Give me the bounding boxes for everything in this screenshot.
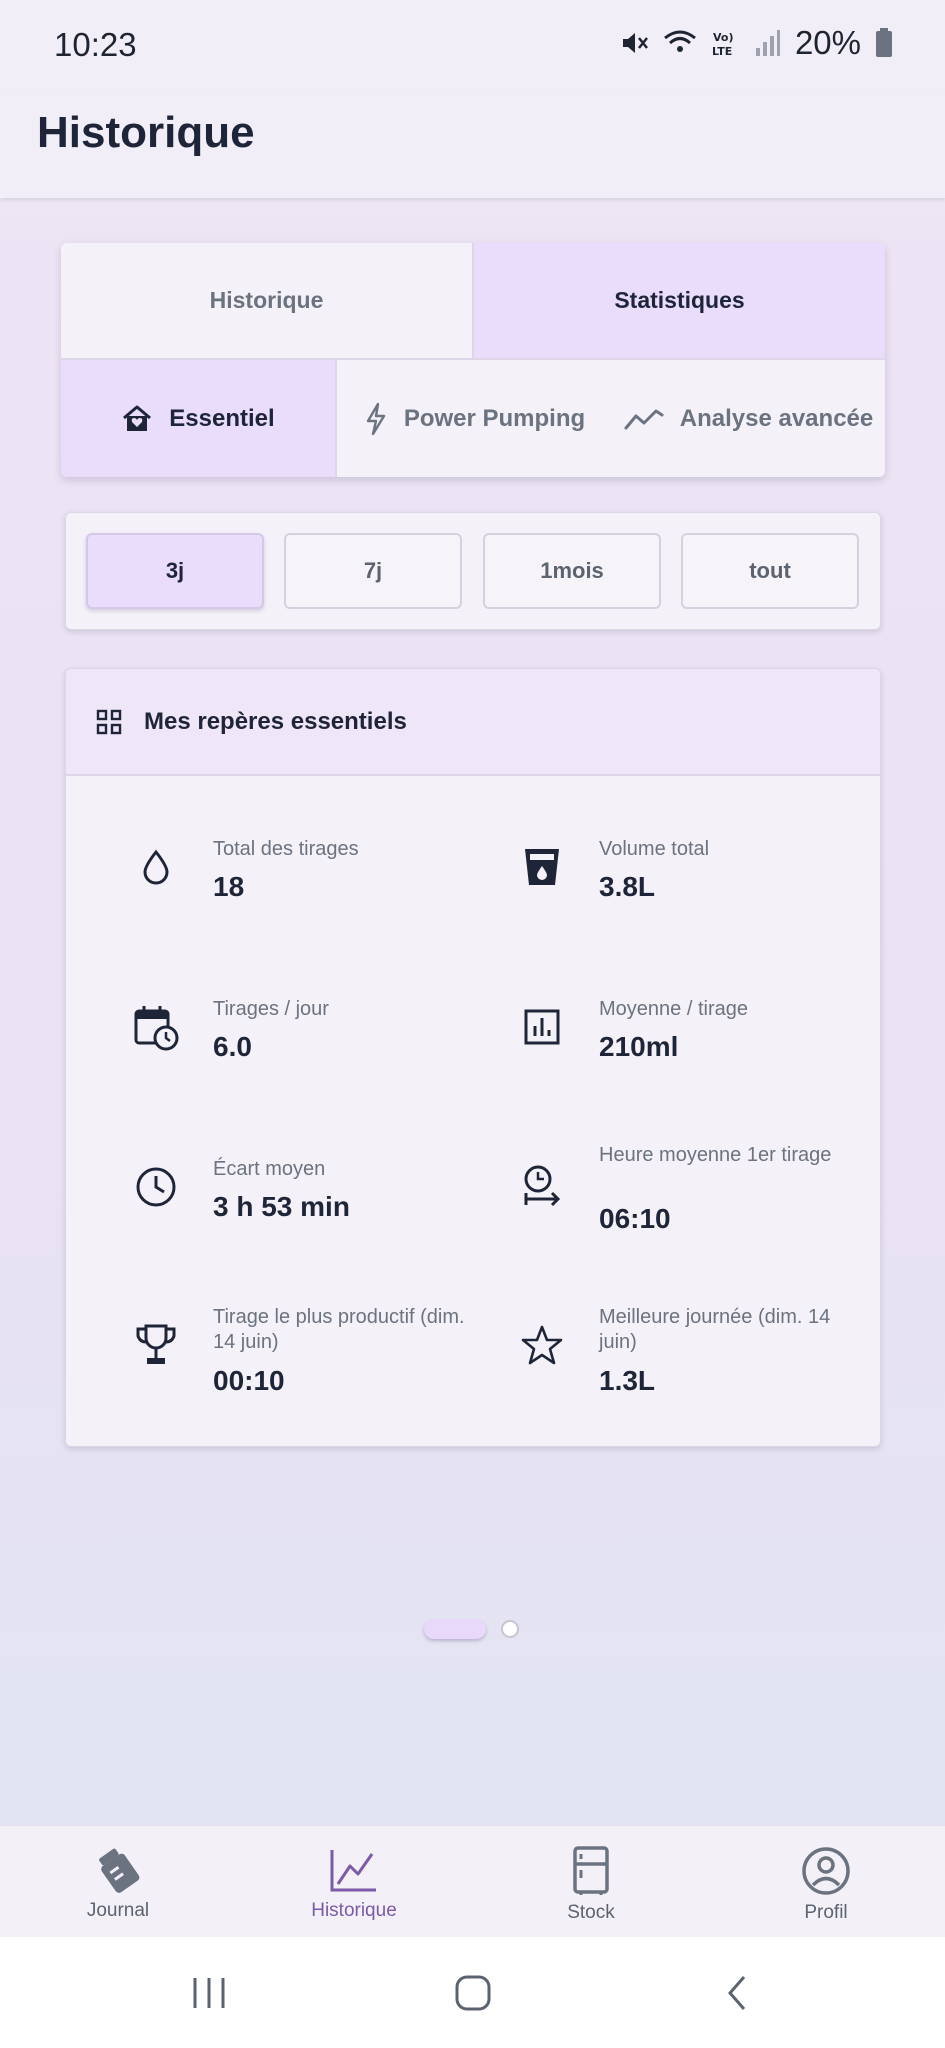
stat-pumps-per-day: Tirages / jour 6.0 — [126, 997, 506, 1117]
essential-stats-card: Mes repères essentiels Total des tirages… — [65, 668, 881, 1447]
fridge-icon — [573, 1846, 609, 1895]
svg-text:LTE: LTE — [712, 45, 732, 58]
trophy-icon — [126, 1315, 186, 1375]
bottle-icon — [99, 1848, 140, 1893]
recent-apps-icon — [193, 1978, 225, 2008]
recent-apps-button[interactable] — [179, 1965, 239, 2021]
home-button[interactable] — [443, 1965, 503, 2021]
stats-header: Mes repères essentiels — [66, 669, 880, 776]
nav-history[interactable]: Historique — [254, 1826, 454, 1938]
nav-stock[interactable]: Stock — [491, 1826, 691, 1938]
stat-most-productive-pump: Tirage le plus productif (dim. 14 juin) … — [126, 1305, 506, 1425]
subtab-advanced-label: Analyse avancée — [679, 404, 874, 432]
page-title: Historique — [37, 108, 255, 157]
range-all-button[interactable]: tout — [681, 533, 859, 609]
nav-journal-label: Journal — [86, 1900, 150, 1921]
wifi-icon — [664, 30, 696, 52]
battery-percent: 20% — [794, 24, 861, 61]
bar-chart-icon — [512, 997, 572, 1057]
mute-icon — [622, 33, 648, 53]
pager-indicator-inactive[interactable] — [501, 1620, 519, 1638]
subtab-essential[interactable]: Essentiel — [61, 360, 337, 477]
status-bar: 10:23 Vo) LTE 20% — [0, 0, 945, 92]
range-7-days-button[interactable]: 7j — [284, 533, 462, 609]
lightning-icon — [366, 402, 386, 435]
tab-statistics[interactable]: Statistiques — [472, 243, 885, 358]
clock-icon — [126, 1157, 186, 1217]
tab-history[interactable]: Historique — [61, 243, 472, 358]
battery-icon — [876, 28, 892, 57]
cup-icon — [512, 837, 572, 897]
nav-history-label: Historique — [311, 1900, 397, 1921]
subtab-advanced-analysis[interactable]: Analyse avancée — [612, 360, 885, 477]
nav-stock-label: Stock — [567, 1902, 615, 1923]
range-3-days-button[interactable]: 3j — [86, 533, 264, 609]
alarm-arrow-icon — [512, 1157, 572, 1217]
sub-tabs: Essentiel Power Pumping Analyse avancée — [61, 360, 885, 477]
stat-average-gap: Écart moyen 3 h 53 min — [126, 1157, 506, 1277]
status-time: 10:23 — [54, 26, 137, 63]
subtab-power-pumping[interactable]: Power Pumping — [337, 360, 612, 477]
calendar-clock-icon — [126, 997, 186, 1057]
tabs-card: Historique Statistiques Essentiel Power … — [61, 243, 885, 477]
nav-profile-label: Profil — [804, 1902, 848, 1923]
subtab-essential-label: Essentiel — [169, 404, 275, 432]
nav-profile[interactable]: Profil — [726, 1826, 926, 1938]
trend-line-icon — [624, 409, 664, 429]
stat-average-per-pump: Moyenne / tirage 210ml — [512, 997, 880, 1117]
volte-icon: Vo) LTE — [712, 31, 734, 58]
svg-text:Vo): Vo) — [713, 31, 734, 44]
drop-icon — [126, 837, 186, 897]
range-1-month-button[interactable]: 1mois — [483, 533, 661, 609]
status-icons: Vo) LTE 20% — [619, 24, 893, 62]
house-heart-icon — [123, 405, 152, 431]
app-bar: Historique — [0, 92, 945, 198]
pager-indicator-active[interactable] — [424, 1619, 486, 1639]
subtab-power-label: Power Pumping — [403, 404, 586, 432]
bottom-navigation: Journal Historique Stock Profil — [0, 1825, 945, 1937]
signal-icon — [755, 30, 780, 56]
stats-title: Mes repères essentiels — [144, 707, 407, 735]
nav-journal[interactable]: Journal — [18, 1826, 218, 1938]
back-icon — [728, 1976, 746, 2010]
profile-icon — [802, 1847, 850, 1895]
system-navigation-bar — [0, 1937, 945, 2048]
range-selector: 3j 7j 1mois tout — [65, 512, 881, 630]
star-icon — [512, 1315, 572, 1375]
stat-average-first-pump-time: Heure moyenne 1er tirage 06:10 — [512, 1143, 880, 1263]
stat-best-day: Meilleure journée (dim. 14 juin) 1.3L — [512, 1305, 880, 1425]
home-icon — [455, 1975, 491, 2011]
back-button[interactable] — [707, 1965, 767, 2021]
top-tabs: Historique Statistiques — [61, 243, 885, 360]
stat-total-pumps: Total des tirages 18 — [126, 837, 506, 957]
line-chart-icon — [330, 1850, 376, 1892]
stat-total-volume: Volume total 3.8L — [512, 837, 880, 957]
grid-icon — [96, 709, 122, 734]
